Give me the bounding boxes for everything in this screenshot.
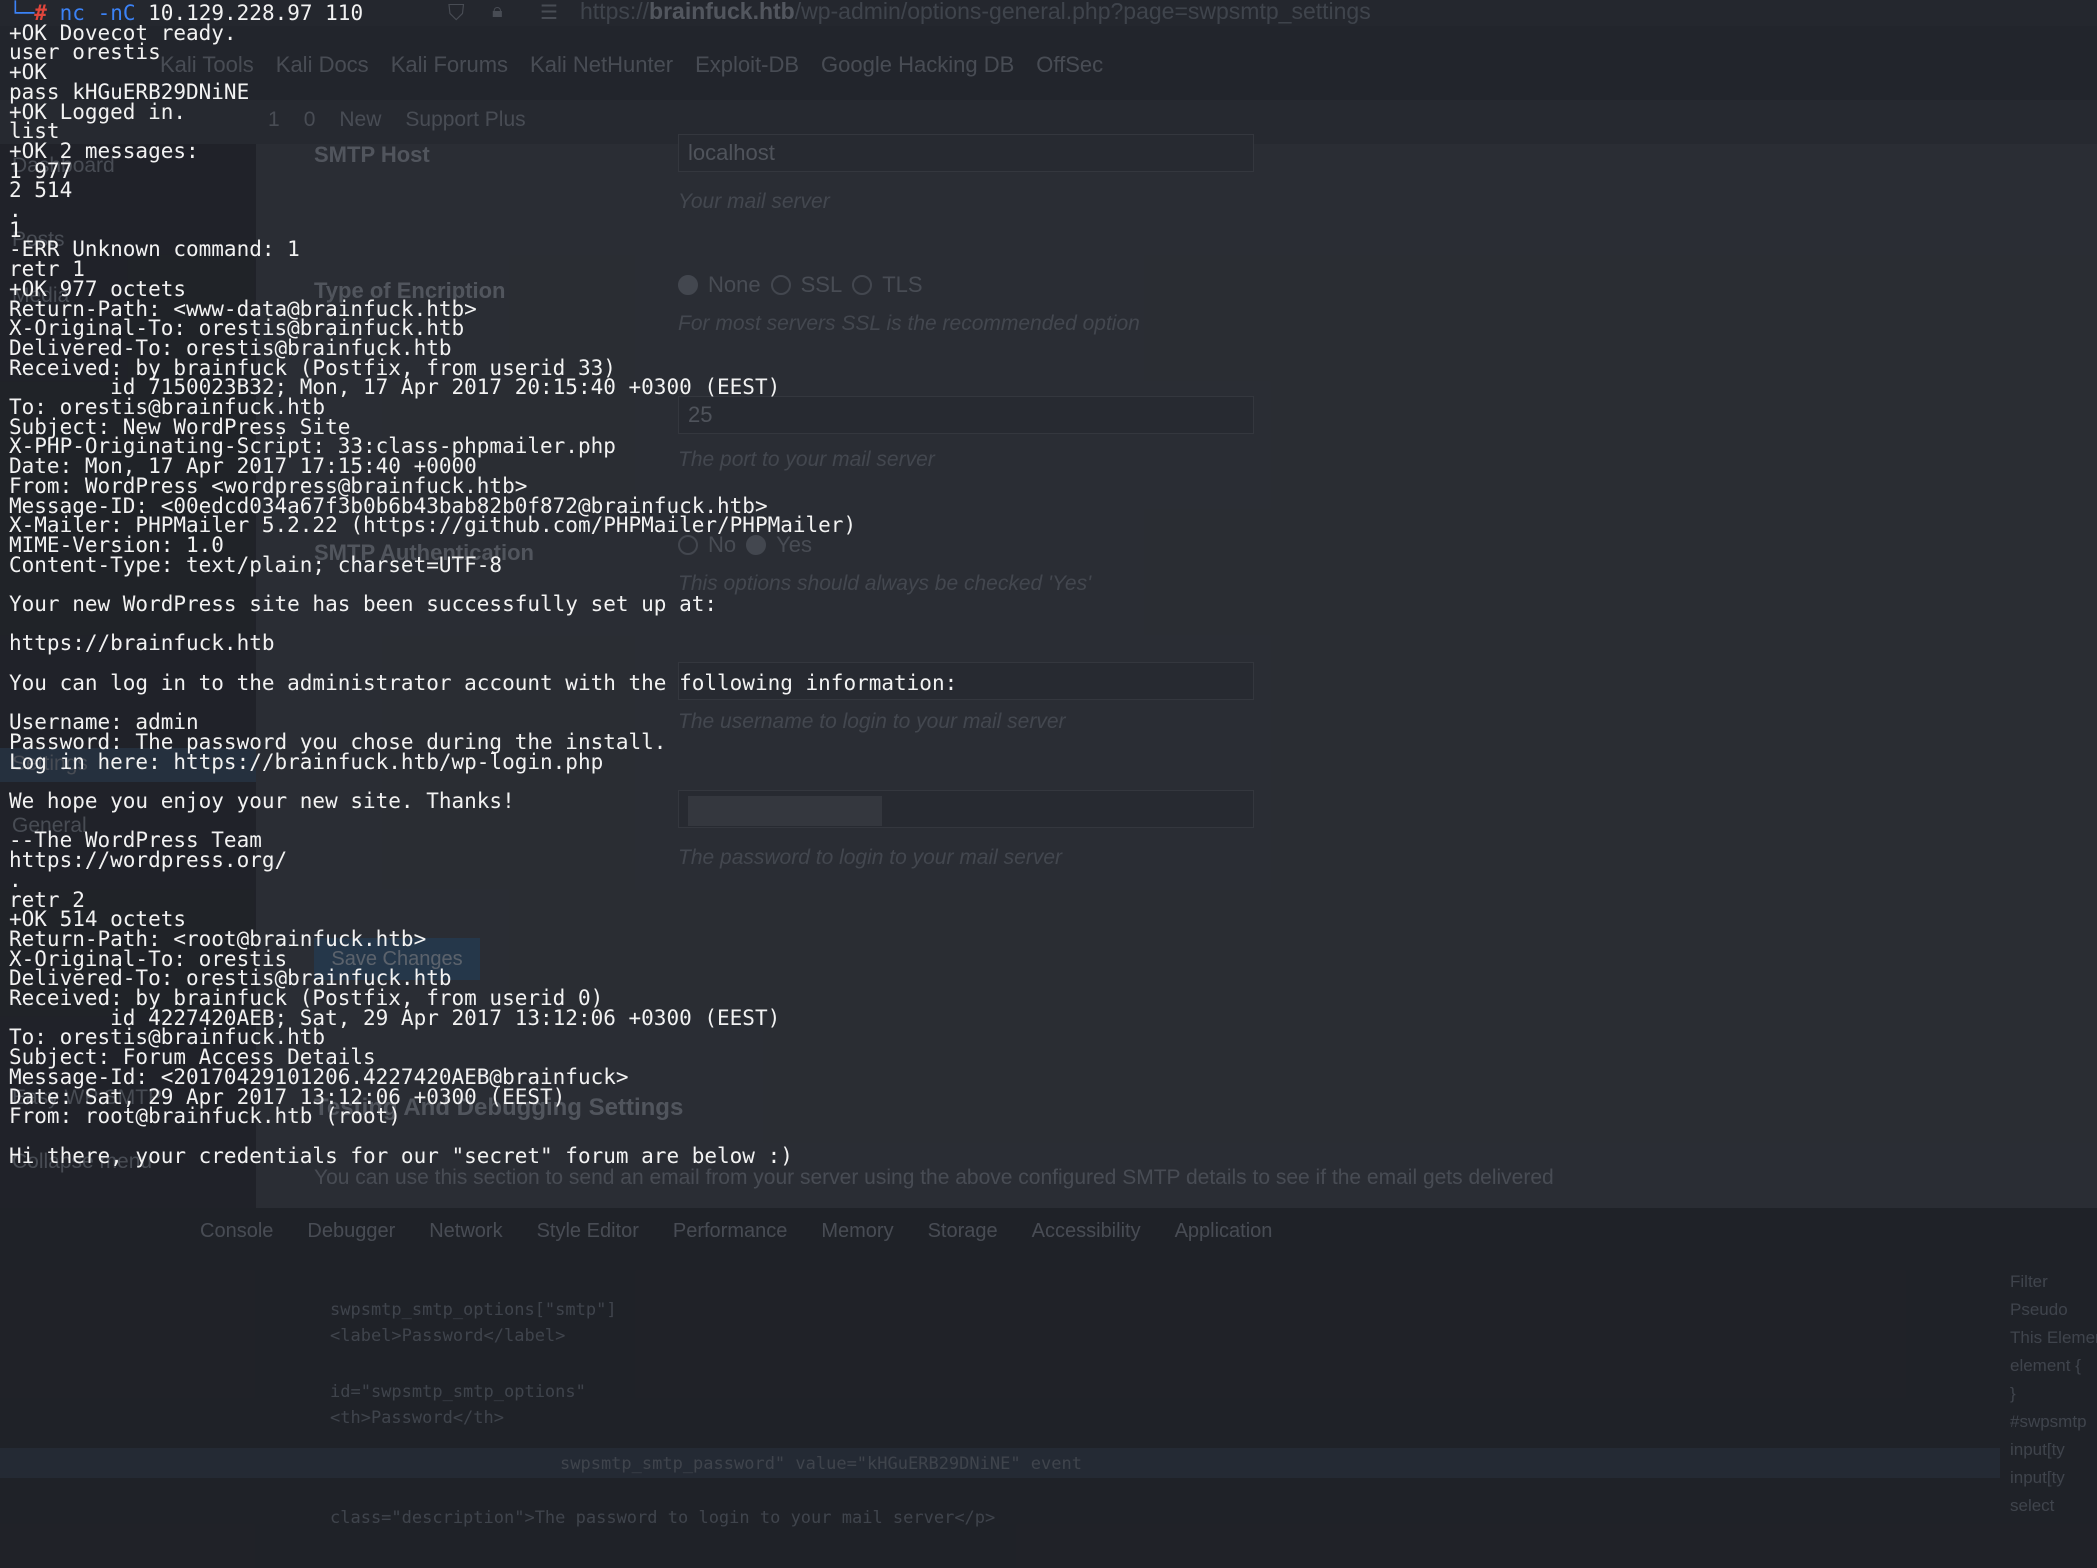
terminal-output-line: Hi there, your credentials for our "secr… (9, 1143, 793, 1168)
terminal-output-line: Log in here: https://brainfuck.htb/wp-lo… (9, 749, 604, 774)
terminal-output-line: Content-Type: text/plain; charset=UTF-8 (9, 552, 503, 577)
terminal-output-line: From: root@brainfuck.htb (root) (9, 1104, 401, 1129)
terminal-output-line: https://brainfuck.htb (9, 631, 275, 656)
terminal-window[interactable]: └─# nc -nC 10.129.228.97 110 +OK Dovecot… (0, 0, 2097, 1568)
terminal-output-line: Your new WordPress site has been success… (9, 592, 718, 616)
terminal-output-line: You can log in to the administrator acco… (9, 670, 958, 695)
terminal-output-line: https://wordpress.org/ (9, 848, 288, 873)
terminal-output-line: We hope you enjoy your new site. Thanks! (9, 789, 515, 813)
